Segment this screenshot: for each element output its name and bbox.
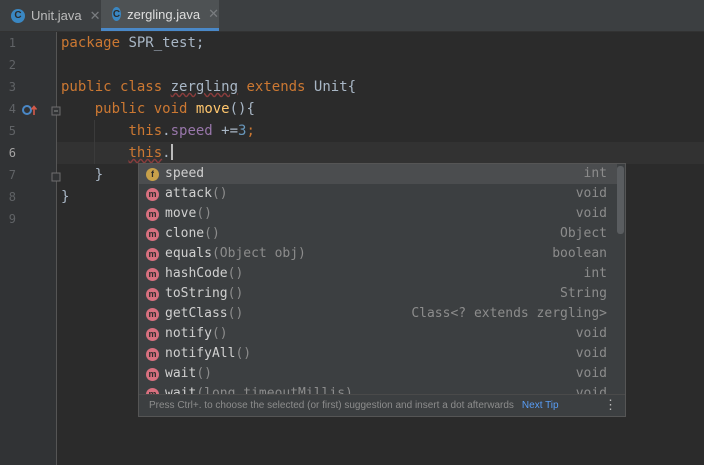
completion-item-name: wait bbox=[165, 386, 197, 394]
completion-item[interactable]: m move() void bbox=[139, 204, 617, 224]
editor-tab-bar: C Unit.java ✕ C zergling.java ✕ bbox=[0, 0, 704, 32]
completion-scrollbar[interactable] bbox=[617, 166, 624, 392]
completion-item-name: move bbox=[165, 206, 197, 221]
method-icon: m bbox=[146, 267, 159, 281]
tab-label: Unit.java bbox=[31, 8, 82, 23]
code-line-6: this. bbox=[128, 144, 173, 161]
completion-item-params: () bbox=[227, 286, 244, 301]
line-number: 2 bbox=[8, 58, 16, 72]
java-class-icon: C bbox=[11, 8, 25, 23]
code-line-8: } bbox=[61, 189, 70, 205]
completion-item-params: (long timeoutMillis) bbox=[196, 386, 353, 394]
code-line-7: } bbox=[94, 167, 104, 183]
completion-item[interactable]: m equals (Object obj) boolean bbox=[139, 244, 617, 264]
completion-item-name: hashCode bbox=[165, 266, 228, 281]
completion-item-type: String bbox=[560, 286, 607, 301]
line-number: 9 bbox=[8, 212, 16, 226]
completion-item-type: Object bbox=[560, 226, 607, 241]
completion-hint: Press Ctrl+. to choose the selected (or … bbox=[149, 400, 514, 411]
completion-item-params: () bbox=[227, 266, 244, 281]
completion-item-type: void bbox=[575, 386, 607, 394]
java-class-icon: C bbox=[112, 7, 122, 21]
method-icon: m bbox=[146, 367, 159, 381]
completion-item[interactable]: m wait() void bbox=[139, 364, 617, 384]
method-icon: m bbox=[146, 347, 159, 361]
completion-item[interactable]: f speed int bbox=[139, 164, 617, 184]
overrides-method-icon[interactable] bbox=[22, 104, 38, 116]
completion-item-name: equals bbox=[165, 246, 212, 261]
scrollbar-thumb[interactable] bbox=[617, 166, 624, 234]
completion-item[interactable]: m clone() Object bbox=[139, 224, 617, 244]
completion-footer: Press Ctrl+. to choose the selected (or … bbox=[139, 394, 625, 416]
completion-item-name: toString bbox=[165, 286, 228, 301]
completion-item-name: speed bbox=[165, 166, 205, 181]
completion-list[interactable]: f speed int m attack() void m move() void m clone(… bbox=[139, 164, 617, 394]
tab-zergling-java[interactable]: C zergling.java ✕ bbox=[101, 0, 219, 31]
completion-item-type: int bbox=[583, 266, 607, 281]
completion-item-type: Class<? extends zergling> bbox=[411, 306, 607, 321]
method-icon: m bbox=[146, 327, 159, 341]
method-icon: m bbox=[146, 187, 159, 201]
completion-item-type: void bbox=[575, 346, 607, 361]
code-completion-popup[interactable]: f speed int m attack() void m move() void m clone(… bbox=[138, 163, 626, 417]
code-line-5: this.speed +=3; bbox=[128, 123, 255, 139]
completion-item-name: clone bbox=[165, 226, 205, 241]
text-caret bbox=[170, 144, 173, 160]
next-tip-link[interactable]: Next Tip bbox=[522, 400, 559, 411]
line-number: 1 bbox=[8, 36, 16, 50]
method-icon: m bbox=[146, 227, 159, 241]
tab-label: zergling.java bbox=[127, 6, 201, 22]
completion-item[interactable]: m notifyAll() void bbox=[139, 344, 617, 364]
line-number: 5 bbox=[8, 124, 16, 138]
completion-item-name: getClass bbox=[165, 306, 228, 321]
line-number: 3 bbox=[8, 80, 16, 94]
line-number: 8 bbox=[8, 190, 16, 204]
completion-item-type: void bbox=[575, 326, 607, 341]
more-options-icon[interactable]: ⋮ bbox=[604, 398, 617, 412]
completion-item-params: () bbox=[196, 366, 212, 381]
completion-item-params: (Object obj) bbox=[211, 246, 306, 261]
method-icon: m bbox=[146, 247, 159, 261]
line-number: 6 bbox=[8, 146, 16, 160]
completion-item-params: () bbox=[211, 326, 228, 341]
completion-item-name: attack bbox=[165, 186, 212, 201]
completion-item-params: () bbox=[204, 226, 220, 241]
completion-item-name: wait bbox=[165, 366, 197, 381]
line-number: 4 bbox=[8, 102, 16, 116]
code-line-3: public class zergling extends Unit{ bbox=[61, 79, 357, 95]
completion-item[interactable]: m attack() void bbox=[139, 184, 617, 204]
completion-item-type: boolean bbox=[552, 246, 607, 261]
completion-item-type: void bbox=[575, 366, 607, 381]
completion-item-type: void bbox=[575, 206, 607, 221]
method-icon: m bbox=[146, 207, 159, 221]
completion-item[interactable]: m getClass() Class<? extends zergling> bbox=[139, 304, 617, 324]
tab-unit-java[interactable]: C Unit.java ✕ bbox=[0, 0, 101, 31]
line-number: 7 bbox=[8, 168, 16, 182]
method-icon: m bbox=[146, 307, 159, 321]
completion-item-params: () bbox=[196, 206, 212, 221]
completion-item-name: notify bbox=[165, 326, 212, 341]
close-tab-icon[interactable]: ✕ bbox=[90, 8, 101, 24]
completion-item[interactable]: m wait (long timeoutMillis) void bbox=[139, 384, 617, 394]
completion-item[interactable]: m toString() String bbox=[139, 284, 617, 304]
completion-item-type: int bbox=[583, 166, 607, 181]
code-line-1: package SPR_test; bbox=[61, 35, 205, 51]
close-tab-icon[interactable]: ✕ bbox=[208, 6, 219, 22]
completion-item-params: () bbox=[211, 186, 228, 201]
completion-item[interactable]: m notify() void bbox=[139, 324, 617, 344]
code-line-4: public void move(){ bbox=[94, 101, 255, 117]
completion-item-name: notifyAll bbox=[165, 346, 236, 361]
completion-item-params: () bbox=[227, 306, 244, 321]
field-icon: f bbox=[146, 167, 159, 181]
class-name-with-warning: zergling bbox=[170, 79, 239, 95]
completion-item-params: () bbox=[235, 346, 252, 361]
completion-item[interactable]: m hashCode() int bbox=[139, 264, 617, 284]
completion-item-type: void bbox=[575, 186, 607, 201]
method-icon: m bbox=[146, 287, 159, 301]
line-number-gutter[interactable]: 1 2 3 4 5 6 7 8 9 bbox=[0, 32, 61, 465]
